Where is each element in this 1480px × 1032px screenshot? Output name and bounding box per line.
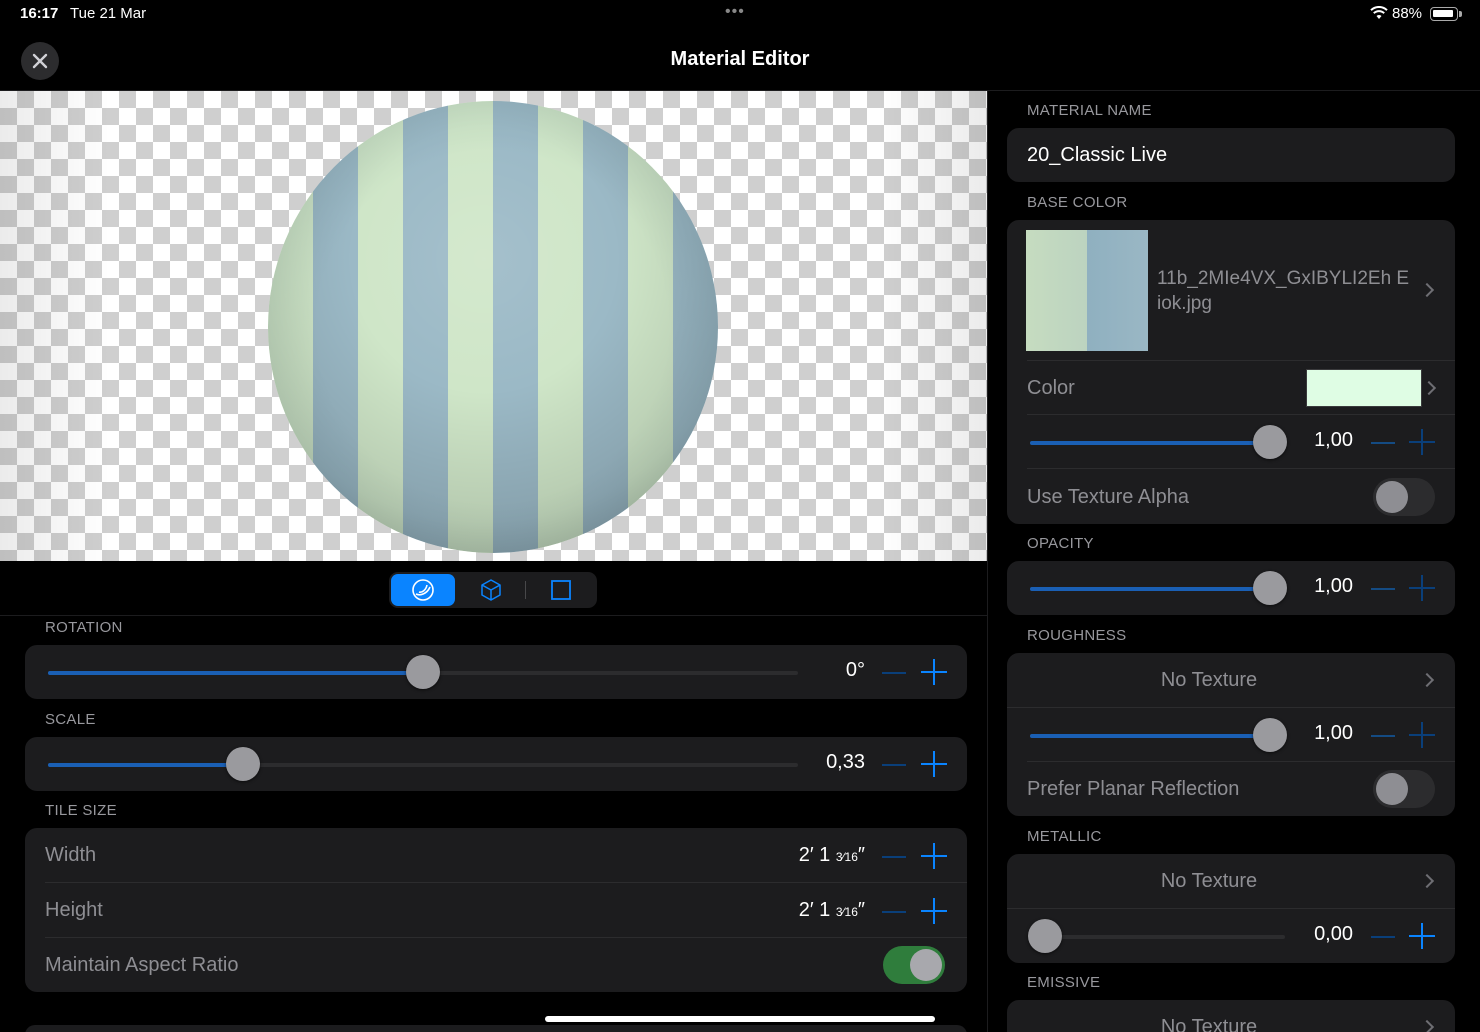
material-preview[interactable] [0, 91, 987, 561]
cube-shape-button[interactable] [461, 574, 521, 606]
roughness-card: No Texture 1,00 Prefer Planar Reflection [1007, 653, 1455, 816]
preview-sphere [268, 101, 718, 553]
material-name-field[interactable]: 20_Classic Live [1027, 144, 1167, 167]
chevron-right-icon [1421, 380, 1437, 396]
base-color-texture-row[interactable]: 11b_2MIe4VX_GxIBYLI2Eh Eiok.jpg [1007, 220, 1455, 360]
status-time: 16:17 [20, 5, 59, 22]
preview-shape-selector [389, 572, 597, 608]
prefer-planar-reflection-label: Prefer Planar Reflection [1027, 778, 1240, 800]
emissive-card: No Texture [1007, 1000, 1455, 1032]
cube-icon [481, 579, 501, 601]
scale-decrement-button[interactable] [882, 764, 906, 766]
opacity-increment-button[interactable] [1409, 575, 1435, 601]
plane-shape-button[interactable] [531, 574, 591, 606]
chevron-right-icon [1419, 873, 1435, 889]
width-increment-button[interactable] [921, 843, 947, 869]
wifi-icon [1370, 6, 1388, 25]
home-indicator[interactable] [545, 1016, 935, 1022]
battery-icon [1430, 7, 1462, 21]
width-label: Width [45, 844, 97, 866]
page-title: Material Editor [670, 48, 810, 70]
opacity-value[interactable]: 1,00 [1293, 575, 1353, 598]
opacity-card: 1,00 [1007, 561, 1455, 615]
base-color-section-label: BASE COLOR [1027, 194, 1128, 211]
roughness-texture-label: No Texture [1160, 669, 1258, 691]
rotation-increment-button[interactable] [921, 659, 947, 685]
base-color-intensity-thumb[interactable] [1253, 425, 1287, 459]
metallic-decrement-button[interactable] [1371, 936, 1395, 938]
metallic-card: No Texture 0,00 [1007, 854, 1455, 963]
height-label: Height [45, 899, 103, 921]
base-color-decrement-button[interactable] [1371, 442, 1395, 444]
scale-slider[interactable] [48, 763, 798, 767]
base-color-intensity-value[interactable]: 1,00 [1293, 429, 1353, 452]
status-bar: 16:17 Tue 21 Mar ••• 88% [0, 0, 1480, 28]
height-value[interactable]: 2′ 1 3⁄16″ [725, 899, 865, 922]
emissive-texture-label: No Texture [1160, 1016, 1258, 1032]
next-card-peek [25, 1025, 967, 1032]
texture-thumbnail [1026, 230, 1148, 351]
opacity-decrement-button[interactable] [1371, 588, 1395, 590]
status-date: Tue 21 Mar [70, 5, 147, 22]
roughness-section-label: ROUGHNESS [1027, 627, 1127, 644]
metallic-value[interactable]: 0,00 [1293, 923, 1353, 946]
metallic-section-label: METALLIC [1027, 828, 1102, 845]
sphere-shape-button[interactable] [391, 574, 455, 606]
sphere-icon [412, 579, 434, 601]
emissive-texture-row[interactable]: No Texture [1007, 1000, 1455, 1032]
color-label: Color [1027, 377, 1075, 399]
use-texture-alpha-label: Use Texture Alpha [1027, 486, 1189, 508]
opacity-slider[interactable] [1030, 587, 1270, 591]
maintain-aspect-ratio-toggle[interactable] [883, 946, 945, 984]
base-color-intensity-slider[interactable] [1030, 441, 1270, 445]
emissive-section-label: EMISSIVE [1027, 974, 1101, 991]
material-name-card: 20_Classic Live [1007, 128, 1455, 182]
scale-value[interactable]: 0,33 [765, 751, 865, 774]
battery-percent: 88% [1392, 5, 1423, 22]
tile-size-section-label: TILE SIZE [45, 802, 117, 819]
height-decrement-button[interactable] [882, 911, 906, 913]
rotation-value[interactable]: 0° [765, 659, 865, 682]
metallic-slider[interactable] [1030, 935, 1285, 939]
nav-bar: Material Editor [0, 28, 1480, 91]
prefer-planar-reflection-toggle[interactable] [1373, 770, 1435, 808]
roughness-slider-thumb[interactable] [1253, 718, 1287, 752]
metallic-increment-button[interactable] [1409, 923, 1435, 949]
material-name-section-label: MATERIAL NAME [1027, 102, 1152, 119]
roughness-increment-button[interactable] [1409, 722, 1435, 748]
tile-size-card: Width 2′ 1 3⁄16″ Height 2′ 1 3⁄16″ Maint… [25, 828, 967, 992]
height-increment-button[interactable] [921, 898, 947, 924]
chevron-right-icon [1419, 1019, 1435, 1032]
texture-filename: 11b_2MIe4VX_GxIBYLI2Eh Eiok.jpg [1157, 268, 1410, 314]
chevron-right-icon [1419, 282, 1435, 298]
width-decrement-button[interactable] [882, 856, 906, 858]
roughness-slider[interactable] [1030, 734, 1270, 738]
rotation-decrement-button[interactable] [882, 672, 906, 674]
scale-increment-button[interactable] [921, 751, 947, 777]
rotation-section-label: ROTATION [45, 619, 123, 636]
scale-slider-thumb[interactable] [226, 747, 260, 781]
maintain-aspect-ratio-label: Maintain Aspect Ratio [45, 954, 239, 976]
color-swatch[interactable] [1306, 369, 1422, 407]
base-color-increment-button[interactable] [1409, 429, 1435, 455]
opacity-section-label: OPACITY [1027, 535, 1094, 552]
base-color-card: 11b_2MIe4VX_GxIBYLI2Eh Eiok.jpg Color 1,… [1007, 220, 1455, 524]
roughness-value[interactable]: 1,00 [1293, 722, 1353, 745]
metallic-slider-thumb[interactable] [1028, 919, 1062, 953]
scale-section-label: SCALE [45, 711, 96, 728]
chevron-right-icon [1419, 672, 1435, 688]
roughness-decrement-button[interactable] [1371, 735, 1395, 737]
rotation-card: 0° [25, 645, 967, 699]
use-texture-alpha-toggle[interactable] [1373, 478, 1435, 516]
multitasking-dots[interactable]: ••• [725, 3, 745, 21]
metallic-texture-row[interactable]: No Texture [1007, 854, 1455, 908]
opacity-slider-thumb[interactable] [1253, 571, 1287, 605]
metallic-texture-label: No Texture [1160, 870, 1258, 892]
square-icon [551, 580, 571, 600]
width-value[interactable]: 2′ 1 3⁄16″ [725, 844, 865, 867]
scale-card: 0,33 [25, 737, 967, 791]
roughness-texture-row[interactable]: No Texture [1007, 653, 1455, 707]
rotation-slider-thumb[interactable] [406, 655, 440, 689]
